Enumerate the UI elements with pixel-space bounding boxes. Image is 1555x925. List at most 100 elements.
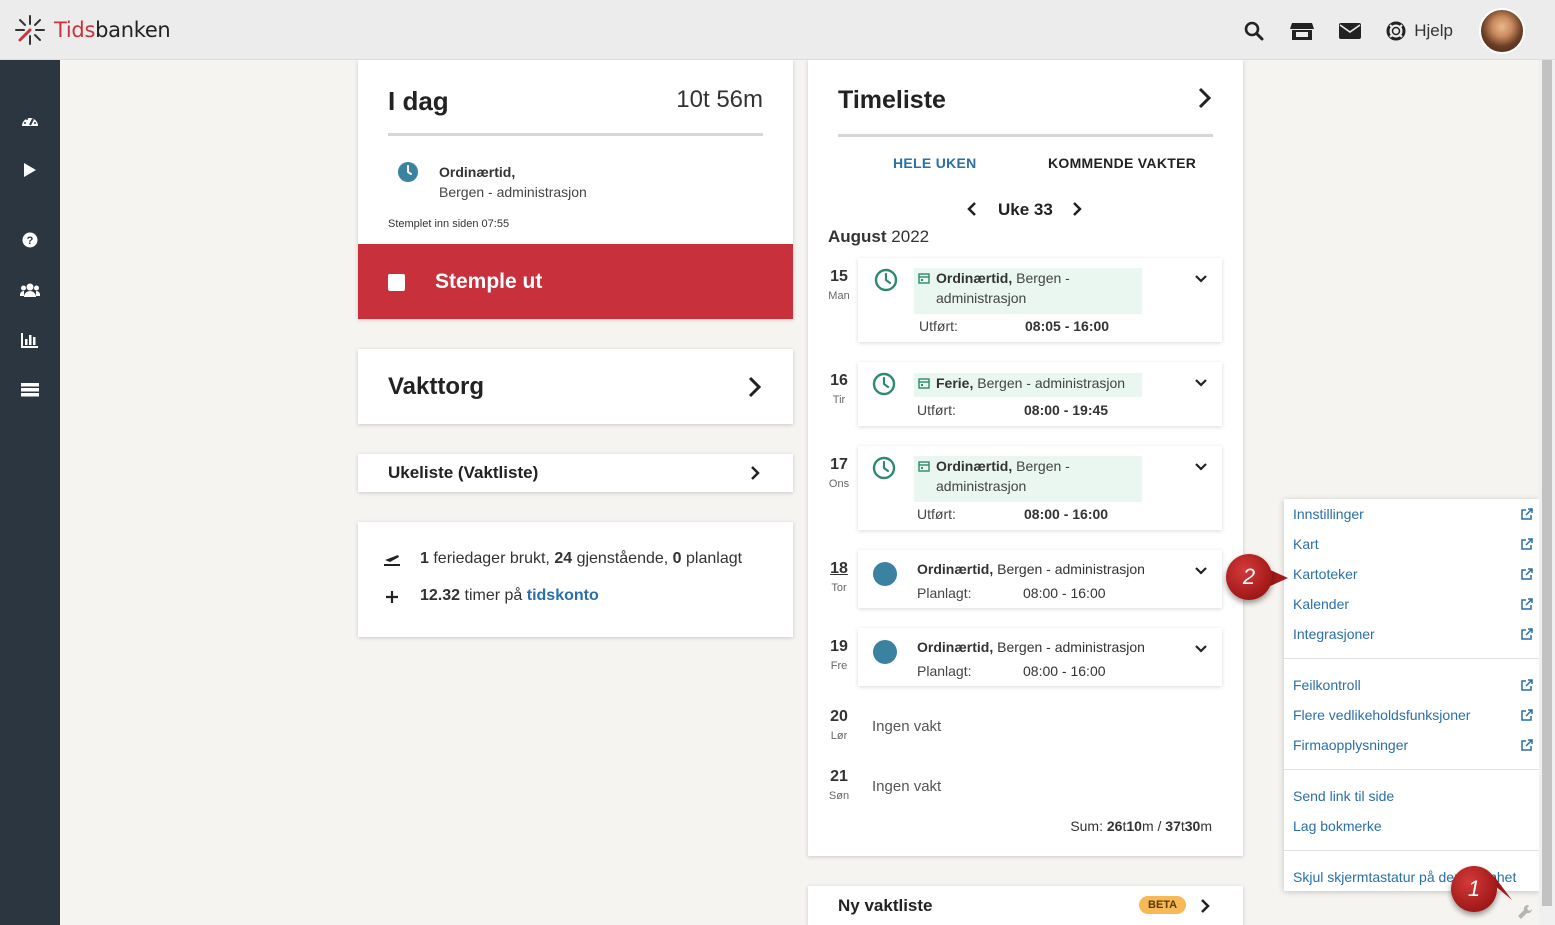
external-link-icon: [1521, 598, 1533, 610]
shift-card[interactable]: Ordinærtid, Bergen - administrasjon Utfør…: [858, 258, 1222, 342]
sum-text: Sum: 26t10m / 37t30m: [1070, 818, 1212, 834]
tab-kommende-vakter[interactable]: KOMMENDE VAKTER: [1048, 155, 1196, 171]
stop-icon: [388, 274, 405, 291]
timeliste-card: Timeliste HELE UKEN KOMMENDE VAKTER Uke …: [808, 60, 1243, 856]
menu-item-vedlikehold[interactable]: Flere vedlikeholdsfunksjoner: [1293, 707, 1533, 723]
scrollbar[interactable]: [1539, 30, 1555, 925]
chevron-right-icon[interactable]: [1072, 201, 1082, 217]
list-icon[interactable]: [18, 378, 42, 402]
mail-icon[interactable]: [1338, 19, 1362, 43]
timeliste-title: Timeliste: [838, 86, 946, 114]
no-shift-text: Ingen vakt: [872, 778, 942, 795]
vakttorg-title: Vakttorg: [388, 373, 485, 400]
lifebuoy-icon: [1386, 21, 1406, 41]
help-button[interactable]: Hjelp: [1386, 21, 1453, 41]
logo[interactable]: Tidsbanken: [14, 14, 171, 46]
external-link-icon: [1521, 628, 1533, 640]
wrench-icon[interactable]: [1517, 904, 1533, 920]
logo-star-icon: [15, 15, 45, 45]
chevron-down-icon[interactable]: [1194, 460, 1208, 474]
help-icon[interactable]: ?: [18, 228, 42, 252]
tab-hele-uken[interactable]: HELE UKEN: [893, 155, 977, 171]
hours-summary: 12.32 timer på tidskonto: [420, 587, 599, 604]
menu-divider: [1284, 769, 1540, 770]
external-link-icon: [1521, 709, 1533, 721]
today-category: Ordinærtid,: [439, 164, 516, 180]
plane-icon: [384, 555, 400, 566]
clock-outline-icon: [872, 456, 896, 480]
today-department: Bergen - administrasjon: [439, 184, 587, 200]
planned-dot-icon: [873, 562, 897, 586]
vacation-summary: 1 feriedager brukt, 24 gjenstående, 0 pl…: [420, 550, 743, 567]
menu-item-kartoteker[interactable]: Kartoteker: [1293, 566, 1533, 582]
chevron-left-icon[interactable]: [967, 201, 977, 217]
menu-item-innstillinger[interactable]: Innstillinger: [1293, 506, 1533, 522]
day-name: Ons: [828, 478, 850, 490]
menu-item-bokmerke[interactable]: Lag bokmerke: [1293, 818, 1533, 834]
clock-outline-icon: [872, 372, 896, 396]
beta-badge: BETA: [1139, 896, 1187, 914]
avatar[interactable]: [1479, 8, 1525, 54]
shift-badge: Ordinærtid, Bergen - administrasjon: [914, 268, 1142, 314]
ny-vaktliste-card[interactable]: Ny vaktliste BETA: [808, 886, 1243, 925]
shift-badge: Ferie, Bergen - administrasjon: [914, 373, 1142, 397]
play-icon[interactable]: [18, 158, 42, 182]
external-link-icon: [1521, 538, 1533, 550]
calendar-icon: [918, 273, 930, 284]
scrollbar-thumb[interactable]: [1542, 38, 1552, 906]
chart-icon[interactable]: [18, 328, 42, 352]
stamped-in-text: Stemplet inn siden 07:55: [388, 218, 510, 230]
week-label: Uke 33: [998, 200, 1053, 219]
callout-1: 1: [1451, 866, 1497, 912]
users-icon[interactable]: [18, 278, 42, 302]
menu-item-kart[interactable]: Kart: [1293, 536, 1533, 552]
day-number: 16: [830, 372, 848, 389]
vacation-card: 1 feriedager brukt, 24 gjenstående, 0 pl…: [358, 522, 793, 637]
chevron-down-icon[interactable]: [1194, 272, 1208, 286]
tools-menu: Innstillinger Kart Kartoteker Kalender I…: [1284, 499, 1540, 891]
chevron-right-icon[interactable]: [1198, 87, 1212, 109]
chevron-down-icon[interactable]: [1194, 376, 1208, 390]
day-number: 15: [830, 268, 848, 285]
day-number: 20: [830, 708, 848, 725]
shift-card[interactable]: Ordinærtid, Bergen - administrasjon Utfør…: [858, 446, 1222, 530]
calendar-icon: [918, 461, 930, 472]
sidebar: ?: [0, 60, 60, 925]
menu-item-send-link[interactable]: Send link til side: [1293, 788, 1533, 804]
day-name: Tir: [832, 394, 846, 406]
clock-outline-icon: [874, 268, 898, 292]
shift-card[interactable]: Ordinærtid, Bergen - administrasjon Plan…: [858, 550, 1222, 608]
day-name: Søn: [828, 790, 850, 802]
no-shift-text: Ingen vakt: [872, 718, 942, 735]
external-link-icon: [1521, 508, 1533, 520]
ukeliste-title: Ukeliste (Vaktliste): [388, 463, 539, 482]
day-name: Man: [828, 290, 850, 302]
shift-card[interactable]: Ferie, Bergen - administrasjon Utført: 0…: [858, 362, 1222, 426]
chevron-down-icon[interactable]: [1194, 642, 1208, 656]
day-number: 21: [830, 768, 848, 785]
logo-text: Tidsbanken: [54, 18, 171, 42]
day-number: 18: [830, 560, 848, 577]
today-card: I dag 10t 56m Ordinærtid, Bergen - admin…: [358, 60, 793, 319]
search-icon[interactable]: [1242, 19, 1266, 43]
clock-icon: [398, 162, 418, 182]
svg-text:?: ?: [27, 235, 34, 247]
menu-item-integrasjoner[interactable]: Integrasjoner: [1293, 626, 1533, 642]
menu-item-kalender[interactable]: Kalender: [1293, 596, 1533, 612]
tidskonto-link[interactable]: tidskonto: [527, 587, 599, 604]
stamp-out-button[interactable]: Stemple ut: [358, 244, 793, 319]
external-link-icon: [1521, 739, 1533, 751]
dashboard-icon[interactable]: [18, 109, 42, 133]
menu-item-firmaopplysninger[interactable]: Firmaopplysninger: [1293, 737, 1533, 753]
day-name: Fre: [830, 660, 848, 672]
chevron-down-icon[interactable]: [1194, 564, 1208, 578]
top-bar: Tidsbanken Hjelp: [0, 0, 1555, 60]
vakttorg-card[interactable]: Vakttorg: [358, 349, 793, 424]
store-icon[interactable]: [1290, 19, 1315, 43]
ukeliste-card[interactable]: Ukeliste (Vaktliste): [358, 454, 793, 492]
month-label: August 2022: [828, 227, 930, 246]
day-number: 19: [830, 638, 848, 655]
menu-item-feilkontroll[interactable]: Feilkontroll: [1293, 677, 1533, 693]
callout-2: 2: [1226, 554, 1272, 600]
shift-card[interactable]: Ordinærtid, Bergen - administrasjon Plan…: [858, 628, 1222, 686]
